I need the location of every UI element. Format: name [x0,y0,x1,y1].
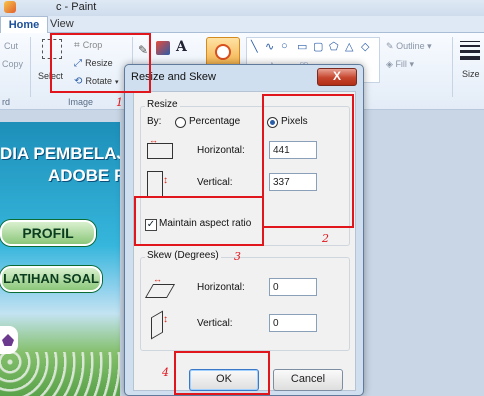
shape-line-icon[interactable]: ╲ [251,40,258,53]
resize-group-label: Resize [145,99,180,110]
shape-curve-icon[interactable]: ∿ [265,40,274,53]
fill-label: Fill [395,59,407,69]
text-tool-icon[interactable]: A [176,39,187,55]
skew-vertical-label: Vertical: [197,318,233,329]
size-icon [460,41,480,60]
paint-app-icon[interactable] [4,1,16,13]
logo-icon [2,334,14,346]
canvas-heading-line2: ADOBE F [48,166,120,185]
chevron-down-icon: ▾ [409,59,414,69]
close-icon: X [332,69,341,83]
resize-vertical-label: Vertical: [197,177,233,188]
annotation-box-4 [174,351,270,395]
percentage-radio[interactable] [175,117,186,128]
annotation-number-1: 1 [116,96,123,109]
skew-group: Skew (Degrees) ↔ Horizontal: 0 ↕ Vertica… [140,250,350,351]
shape-oval-icon[interactable]: ○ [281,40,288,52]
ribbon-separator [452,37,453,97]
shape-triangle-icon[interactable]: △ [345,40,353,53]
size-label: Size [462,69,480,79]
percentage-label[interactable]: Percentage [189,116,240,127]
horizontal-skew-icon: ↔ [144,274,176,300]
shape-polygon-icon[interactable]: ⬠ [329,40,339,53]
shape-rectangle-icon[interactable]: ▭ [297,40,307,53]
vertical-resize-icon: ↕ [145,169,173,199]
title-bar: c - Paint [0,0,484,16]
annotation-number-4: 4 [162,366,169,379]
vertical-skew-icon: ↕ [149,310,177,340]
annotation-number-3: 3 [234,250,241,263]
canvas-profil-badge: PROFIL [0,220,96,246]
skew-vertical-input[interactable]: 0 [269,314,317,332]
fill-bucket-icon[interactable] [156,41,170,55]
tab-home[interactable]: Home [0,16,48,33]
size-button[interactable]: Size [456,37,484,83]
canvas-flower-field [0,352,120,396]
window-title: c - Paint [56,1,97,13]
skew-horizontal-input[interactable]: 0 [269,278,317,296]
cut-button[interactable]: Cut [4,41,18,51]
outline-button[interactable]: ✎ Outline ▾ [386,41,432,52]
fill-button[interactable]: ◈ Fill ▾ [386,59,414,70]
outline-label: Outline [396,41,425,51]
horizontal-resize-icon: ↔ [145,135,173,159]
chevron-down-icon: ▾ [427,41,432,51]
ribbon-separator [30,37,31,97]
cancel-button[interactable]: Cancel [273,369,343,391]
brush-icon [215,44,231,60]
canvas-latihan-soal-badge: LATIHAN SOAL [0,266,102,292]
clipboard-group-label: rd [2,97,11,107]
dialog-close-button[interactable]: X [317,68,357,86]
shape-diamond-icon[interactable]: ◇ [361,40,369,53]
fill-icon: ◈ [386,59,393,69]
resize-by-label: By: [147,116,162,127]
annotation-number-2: 2 [322,232,329,245]
annotation-box-1 [50,33,151,93]
resize-horizontal-label: Horizontal: [197,145,245,156]
tab-view[interactable]: View [44,16,80,32]
canvas-logo [0,326,18,354]
skew-group-label: Skew (Degrees) [145,250,221,261]
shape-rounded-rectangle-icon[interactable]: ▢ [313,40,323,53]
canvas-image[interactable]: DIA PEMBELAJA ADOBE F PROFIL LATIHAN SOA… [0,122,120,396]
outline-icon: ✎ [386,41,394,51]
image-group-label: Image [68,97,94,107]
copy-button[interactable]: Copy [2,59,23,69]
annotation-box-2 [262,94,354,228]
canvas-heading-line1: DIA PEMBELAJA [0,144,120,163]
annotation-box-3 [134,196,264,246]
skew-horizontal-label: Horizontal: [197,282,245,293]
ribbon-tabs: Home View [0,16,484,33]
